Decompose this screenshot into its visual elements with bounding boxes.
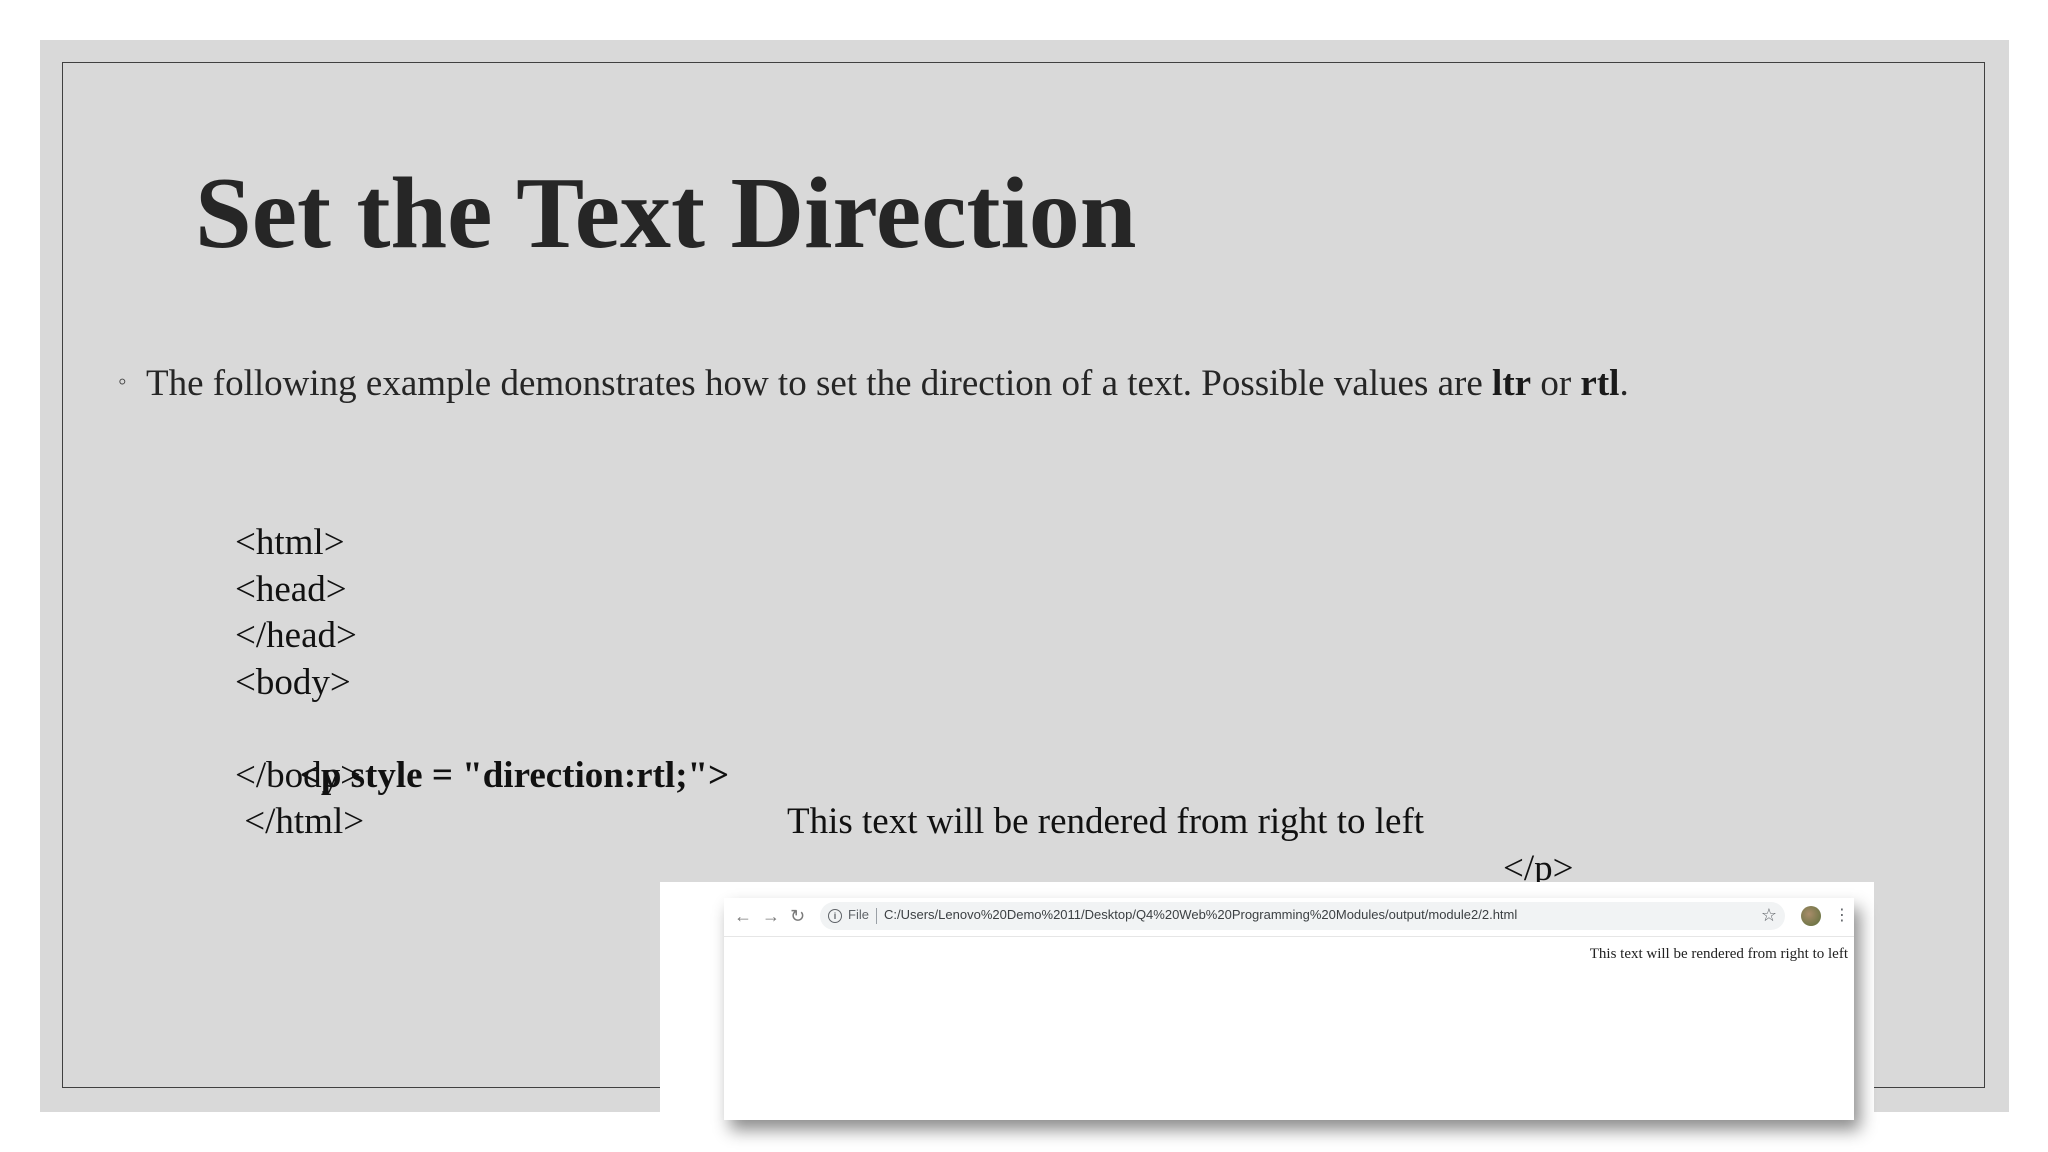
code-line: </html> [235,801,365,842]
forward-icon[interactable]: → [762,904,780,928]
browser-toolbar: ← → ↻ i File C:/Users/Lenovo%20Demo%2011… [724,898,1854,937]
code-example: <html> <head> </head> <body> <p style = … [235,520,1574,889]
avatar[interactable] [1801,906,1821,926]
browser-window: ← → ↻ i File C:/Users/Lenovo%20Demo%2011… [724,898,1854,1120]
bullet-paragraph: ◦ The following example demonstrates how … [118,362,1629,405]
bullet-connector: or [1531,363,1581,404]
star-icon[interactable]: ☆ [1761,905,1777,926]
reload-icon[interactable]: ↻ [790,904,805,928]
rendered-rtl-text: This text will be rendered from right to… [1589,946,1848,962]
code-line: <head> [235,568,347,610]
code-line-paragraph: <p style = "direction:rtl;"> This text w… [235,706,1574,889]
bullet-text: The following example demonstrates how t… [146,363,1493,404]
code-line: <html> [235,522,345,563]
code-line: <body> [235,661,351,703]
url-text[interactable]: C:/Users/Lenovo%20Demo%2011/Desktop/Q4%2… [884,907,1517,922]
file-label: File [848,907,869,922]
back-icon[interactable]: ← [734,904,752,928]
slide: Set the Text Direction ◦ The following ex… [40,40,2009,1152]
menu-icon[interactable]: ⋮ [1834,904,1850,928]
code-line: </head> [235,615,357,656]
info-icon[interactable]: i [828,909,842,923]
browser-screenshot: ← → ↻ i File C:/Users/Lenovo%20Demo%2011… [660,882,1874,1152]
slide-title: Set the Text Direction [195,157,1137,270]
paragraph-content: This text will be rendered from right to… [787,801,1425,842]
paragraph-open-tag: <p style = "direction:rtl;"> [290,754,730,796]
bullet-period: . [1619,363,1629,404]
bullet-icon: ◦ [118,369,127,395]
value-rtl: rtl [1580,363,1620,404]
value-ltr: ltr [1492,363,1532,404]
address-bar[interactable]: i File C:/Users/Lenovo%20Demo%2011/Deskt… [820,902,1785,930]
divider [876,908,877,924]
